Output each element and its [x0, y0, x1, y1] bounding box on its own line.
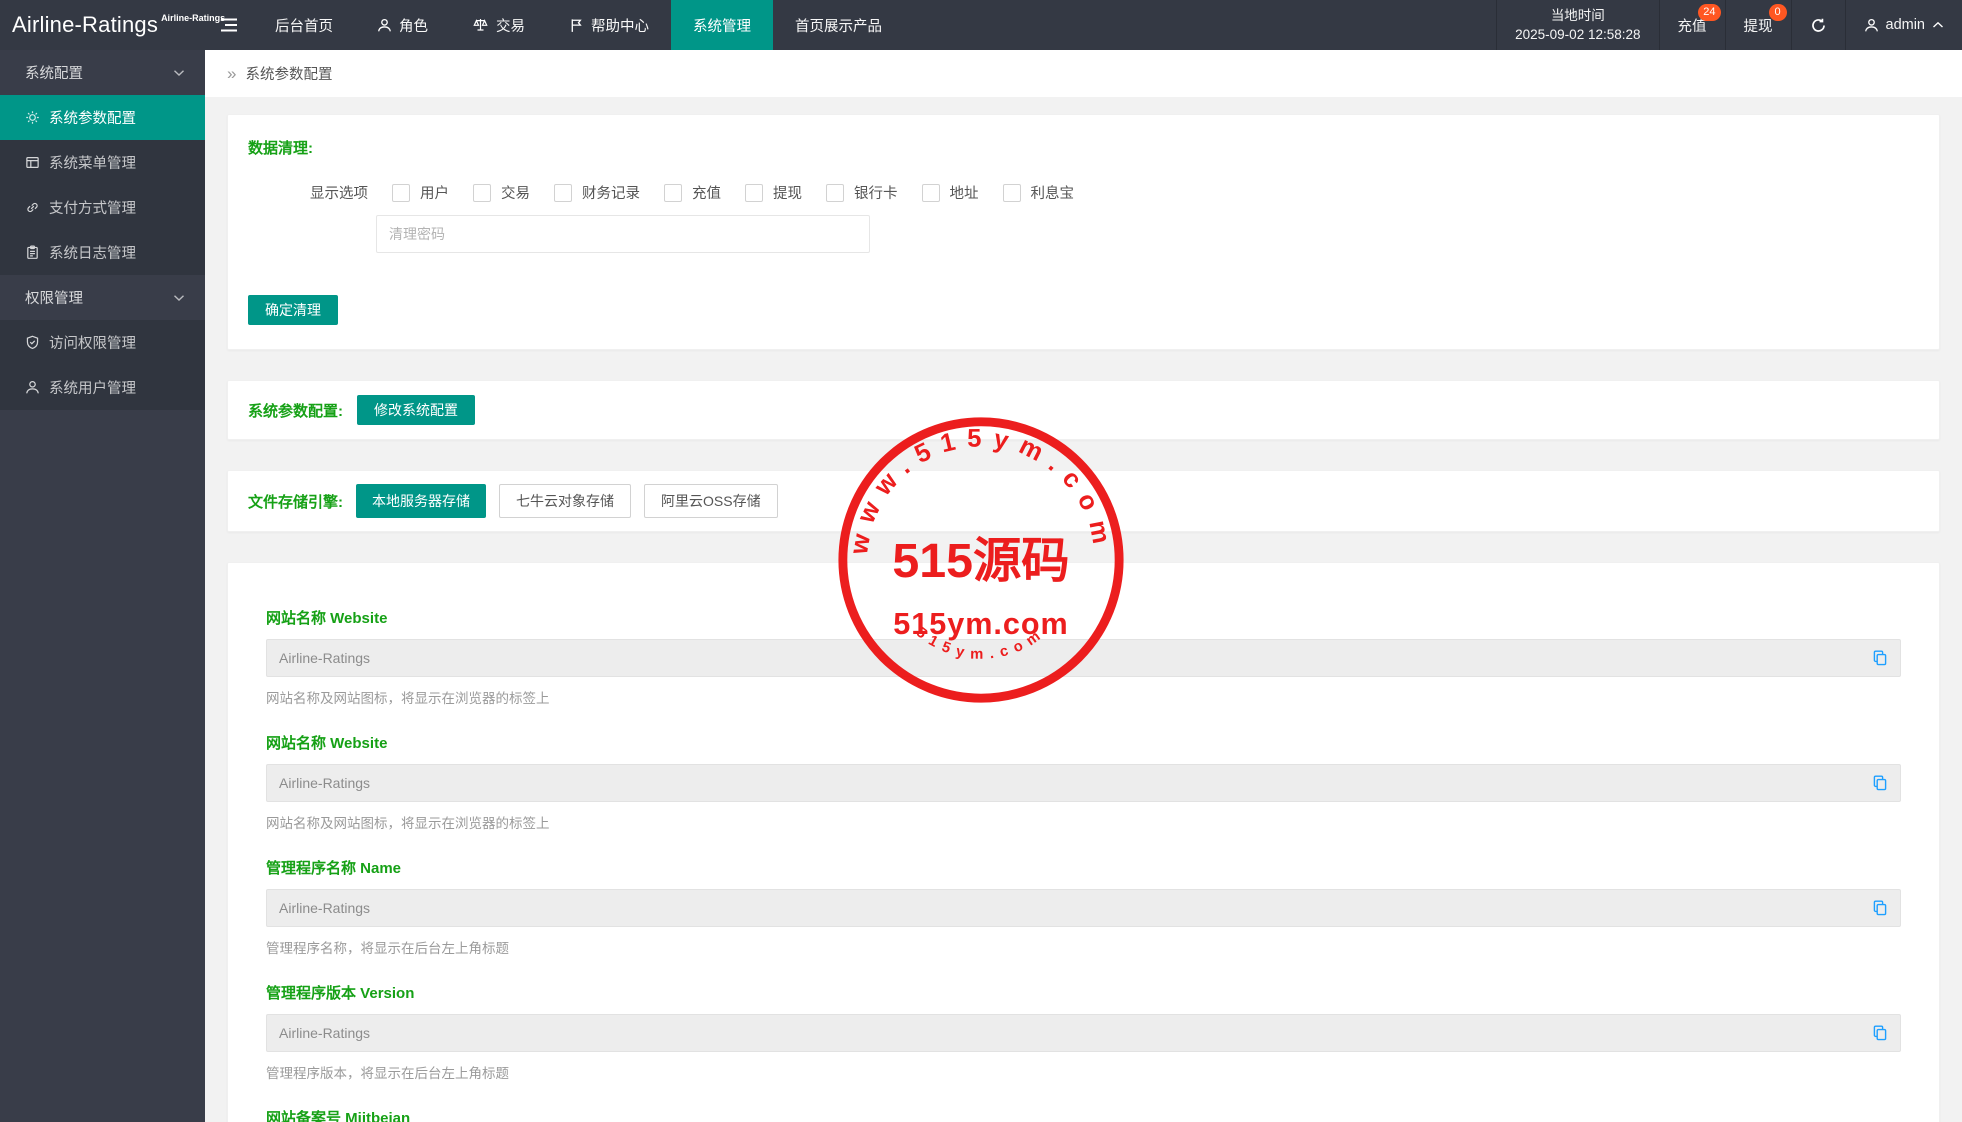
nav-item-help[interactable]: 帮助中心 — [547, 0, 671, 50]
window-icon — [25, 155, 40, 170]
site-settings-form-card: 网站名称 Website 网站名称及网站图标，将显示在浏览器的标签上 网站名称 … — [227, 562, 1940, 1122]
refresh-icon — [1810, 17, 1827, 34]
params-label: 系统参数配置: — [248, 400, 343, 421]
cleanup-title: 数据清理: — [248, 137, 1919, 158]
sidebar-item-system-logs[interactable]: 系统日志管理 — [0, 230, 205, 275]
sidebar-item-system-menu[interactable]: 系统菜单管理 — [0, 140, 205, 185]
local-time-value: 2025-09-02 12:58:28 — [1515, 25, 1640, 44]
checkbox-group: 利息宝 — [1003, 182, 1075, 203]
website-name-input-2[interactable] — [266, 764, 1901, 802]
user-icon — [1864, 18, 1879, 33]
storage-aliyun-oss-button[interactable]: 阿里云OSS存储 — [644, 484, 778, 518]
breadcrumb-current: 系统参数配置 — [245, 63, 332, 84]
admin-name-input[interactable] — [266, 889, 1901, 927]
website-name-input[interactable] — [266, 639, 1901, 677]
nav-item-roles[interactable]: 角色 — [355, 0, 450, 50]
top-navbar: Airline-Ratings Airline-Ratings 后台首页 角色 … — [0, 0, 1962, 50]
nav-item-system-management[interactable]: 系统管理 — [671, 0, 773, 50]
navbar-right: 当地时间 2025-09-02 12:58:28 充值 24 提现 0 admi… — [1496, 0, 1962, 50]
breadcrumb-arrows: » — [227, 64, 236, 84]
nav-item-trades[interactable]: 交易 — [450, 0, 547, 50]
user-icon — [25, 380, 40, 395]
form-field-admin-version: 管理程序版本 Version 管理程序版本，将显示在后台左上角标题 — [266, 982, 1901, 1082]
sidebar-item-system-users[interactable]: 系统用户管理 — [0, 365, 205, 410]
nav-item-home-products[interactable]: 首页展示产品 — [773, 0, 904, 50]
system-params-card: 系统参数配置: 修改系统配置 — [227, 380, 1940, 440]
recharge-badge: 24 — [1698, 4, 1720, 21]
checkbox-withdraw[interactable] — [745, 184, 763, 202]
sidebar-item-system-params[interactable]: 系统参数配置 — [0, 95, 205, 140]
local-time: 当地时间 2025-09-02 12:58:28 — [1496, 0, 1658, 50]
confirm-cleanup-button[interactable]: 确定清理 — [248, 295, 338, 325]
breadcrumb: » 系统参数配置 — [205, 50, 1962, 97]
flag-icon — [569, 18, 584, 33]
form-field-miitbeian: 网站备案号 Miitbeian 网站备案号，可以在备案管理中心查询获取，将显示在… — [266, 1107, 1901, 1122]
checkbox-users[interactable] — [392, 184, 410, 202]
user-menu[interactable]: admin — [1845, 0, 1962, 50]
gear-icon — [25, 110, 40, 125]
modify-system-config-button[interactable]: 修改系统配置 — [357, 395, 475, 425]
storage-qiniu-button[interactable]: 七牛云对象存储 — [499, 484, 631, 518]
nav-item-dashboard[interactable]: 后台首页 — [253, 0, 355, 50]
checkbox-trades[interactable] — [473, 184, 491, 202]
form-field-admin-name: 管理程序名称 Name 管理程序名称，将显示在后台左上角标题 — [266, 857, 1901, 957]
checkbox-recharge[interactable] — [664, 184, 682, 202]
form-field-website-2: 网站名称 Website 网站名称及网站图标，将显示在浏览器的标签上 — [266, 732, 1901, 832]
copy-icon[interactable] — [1870, 648, 1890, 668]
chevron-down-icon — [173, 69, 185, 77]
hamburger-icon — [220, 17, 238, 33]
scales-icon — [472, 17, 489, 33]
local-time-label: 当地时间 — [1551, 6, 1605, 25]
storage-engine-card: 文件存储引擎: 本地服务器存储 七牛云对象存储 阿里云OSS存储 — [227, 470, 1940, 532]
sidebar-item-payment-methods[interactable]: 支付方式管理 — [0, 185, 205, 230]
main-content: 数据清理: 显示选项 用户 交易 财务记录 充值 提现 — [205, 97, 1962, 1122]
checkbox-finance-records[interactable] — [554, 184, 572, 202]
checkbox-group: 用户 — [392, 182, 449, 203]
checkbox-group: 提现 — [745, 182, 802, 203]
refresh-button[interactable] — [1791, 0, 1845, 50]
storage-label: 文件存储引擎: — [248, 491, 343, 512]
checkbox-interest[interactable] — [1003, 184, 1021, 202]
copy-icon[interactable] — [1870, 898, 1890, 918]
withdraw-button[interactable]: 提现 0 — [1725, 0, 1791, 50]
checkbox-bank-card[interactable] — [826, 184, 844, 202]
checkbox-group: 交易 — [473, 182, 530, 203]
checkbox-group: 银行卡 — [826, 182, 898, 203]
sidebar-section-permissions[interactable]: 权限管理 — [0, 275, 205, 320]
sidebar-collapse-button[interactable] — [205, 0, 253, 50]
sidebar: 系统配置 系统参数配置 系统菜单管理 支付方式管理 系统日志管理 权限管理 — [0, 50, 205, 1122]
shield-check-icon — [25, 335, 40, 350]
cleanup-options-row: 显示选项 用户 交易 财务记录 充值 提现 — [248, 182, 1919, 203]
clipboard-icon — [25, 245, 40, 260]
options-label: 显示选项 — [310, 182, 368, 203]
cleanup-password-input[interactable] — [376, 215, 870, 253]
admin-version-input[interactable] — [266, 1014, 1901, 1052]
checkbox-group: 财务记录 — [554, 182, 640, 203]
checkbox-address[interactable] — [922, 184, 940, 202]
storage-local-button[interactable]: 本地服务器存储 — [356, 484, 486, 518]
brand-logo: Airline-Ratings Airline-Ratings — [0, 0, 205, 50]
brand-name: Airline-Ratings — [12, 12, 158, 38]
top-menu: 后台首页 角色 交易 帮助中心 系统管理 首页展示产品 — [253, 0, 904, 50]
link-icon — [25, 200, 40, 215]
withdraw-badge: 0 — [1769, 4, 1787, 21]
sidebar-item-access-permissions[interactable]: 访问权限管理 — [0, 320, 205, 365]
chevron-down-icon — [173, 294, 185, 302]
form-field-website-1: 网站名称 Website 网站名称及网站图标，将显示在浏览器的标签上 — [266, 607, 1901, 707]
checkbox-group: 地址 — [922, 182, 979, 203]
recharge-button[interactable]: 充值 24 — [1659, 0, 1725, 50]
data-cleanup-card: 数据清理: 显示选项 用户 交易 财务记录 充值 提现 — [227, 114, 1940, 350]
user-icon — [377, 18, 392, 33]
checkbox-group: 充值 — [664, 182, 721, 203]
copy-icon[interactable] — [1870, 773, 1890, 793]
username: admin — [1886, 17, 1926, 33]
copy-icon[interactable] — [1870, 1023, 1890, 1043]
sidebar-section-system-config[interactable]: 系统配置 — [0, 50, 205, 95]
chevron-up-icon — [1932, 21, 1944, 29]
